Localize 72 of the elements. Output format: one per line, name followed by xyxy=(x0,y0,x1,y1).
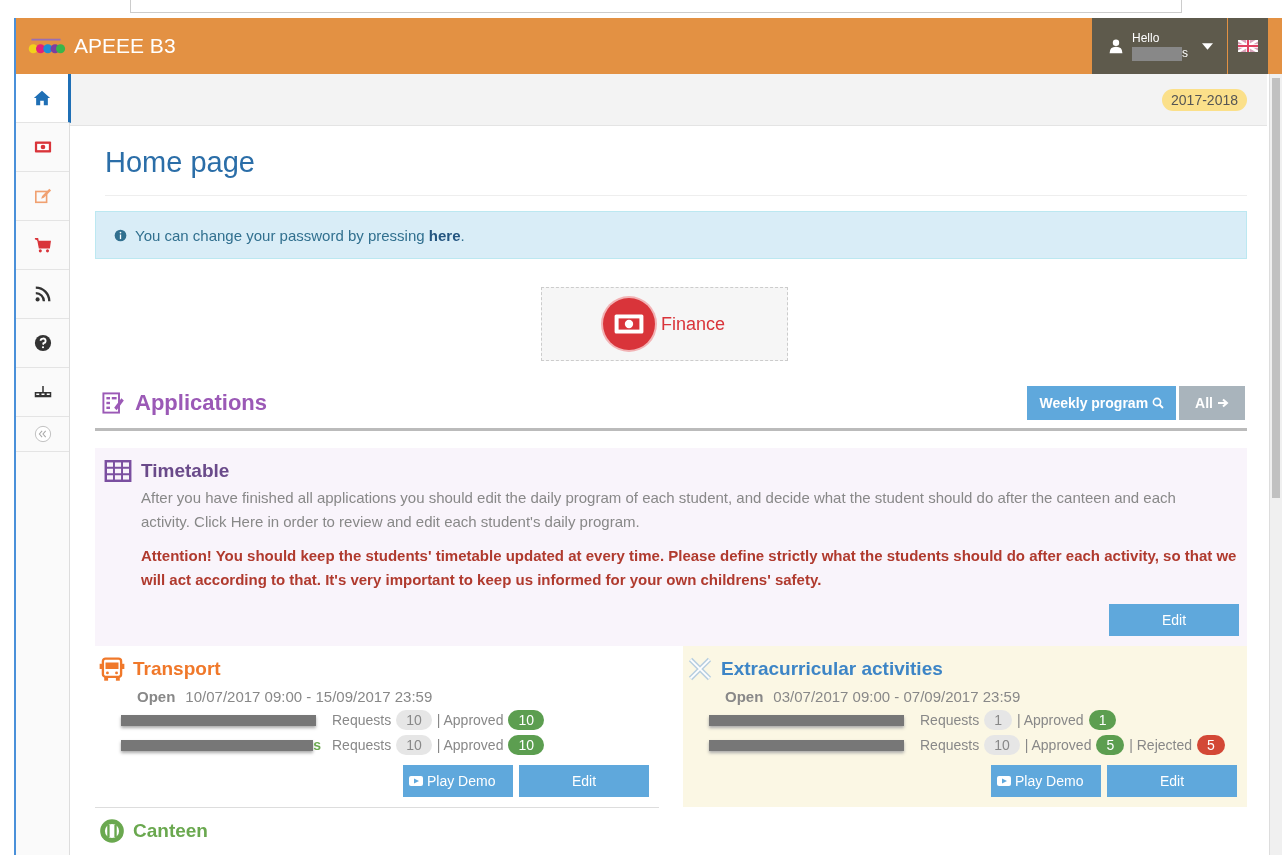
home-icon xyxy=(33,89,51,107)
rss-icon xyxy=(33,285,52,303)
crossed-tools-icon xyxy=(687,656,713,682)
count-badge: 10 xyxy=(508,710,544,730)
count-badge: 1 xyxy=(984,710,1012,730)
weekly-program-button[interactable]: Weekly program xyxy=(1027,386,1177,420)
greeting-text: Hello xyxy=(1132,31,1161,46)
finance-tile[interactable]: Finance xyxy=(540,287,788,361)
user-name: s xyxy=(1182,46,1188,61)
timetable-description: After you have finished all applications you should edit the daily program of each student, and decide what the student should do after the canteen and each activity. Click Here in order to review and edit each student's daily program. xyxy=(141,488,1177,532)
count-badge: 5 xyxy=(1096,735,1125,755)
plate-icon xyxy=(99,818,125,844)
help-icon xyxy=(33,334,52,352)
student-name[interactable]: s xyxy=(313,737,321,753)
count-badge: 1 xyxy=(1088,710,1117,730)
period-text: 10/07/2017 09:00 - 15/09/2017 23:59 xyxy=(185,688,433,705)
logo-icon xyxy=(26,36,66,56)
sidebar-item[interactable] xyxy=(16,74,71,123)
all-button[interactable]: All xyxy=(1179,386,1245,420)
edit-button[interactable]: Edit xyxy=(1107,765,1237,797)
period-text: 03/07/2017 09:00 - 07/09/2017 23:59 xyxy=(773,688,1021,705)
collapse-icon xyxy=(33,425,52,443)
cart-icon xyxy=(33,236,52,254)
stat-label: | Approved xyxy=(436,737,504,753)
count-badge: 10 xyxy=(984,735,1020,755)
app-title: APEEE B3 xyxy=(74,34,176,58)
count-badge: 5 xyxy=(1197,735,1225,755)
timetable-title: Timetable xyxy=(141,460,230,482)
section-title: Applications xyxy=(135,390,267,416)
scrollbar-thumb[interactable] xyxy=(1272,78,1280,498)
table-icon xyxy=(103,460,133,482)
status-label: Open xyxy=(725,688,764,705)
user-menu[interactable]: Hello s xyxy=(1092,18,1227,74)
pencil-square-icon xyxy=(33,187,52,205)
module-title[interactable]: Canteen xyxy=(133,820,208,842)
arrow-right-icon xyxy=(1217,397,1229,409)
search-icon xyxy=(1152,397,1165,409)
status-label: Open xyxy=(137,688,176,705)
stat-label: Requests xyxy=(920,712,980,728)
stat-label: Requests xyxy=(332,737,392,753)
caret-icon xyxy=(1202,42,1213,50)
count-badge: 10 xyxy=(396,735,432,755)
edit-button[interactable]: Edit xyxy=(519,765,649,797)
page-title: Home page xyxy=(105,146,1247,196)
play-icon xyxy=(997,776,1011,786)
module-title[interactable]: Extracurricular activities xyxy=(721,658,943,680)
here-link[interactable]: here xyxy=(428,226,461,244)
play-icon xyxy=(409,776,423,786)
scrollbar[interactable] xyxy=(1269,74,1282,855)
bus-icon xyxy=(99,656,125,682)
year-badge: 2017-2018 xyxy=(1162,88,1247,111)
count-badge: 10 xyxy=(396,710,432,730)
play-demo-button[interactable]: Play Demo xyxy=(991,765,1101,797)
form-icon xyxy=(101,391,125,415)
flag-icon xyxy=(1238,40,1258,52)
edit-button[interactable]: Edit xyxy=(1109,604,1239,636)
finance-label: Finance xyxy=(660,313,725,335)
info-icon xyxy=(114,228,127,242)
play-demo-button[interactable]: Play Demo xyxy=(403,765,513,797)
alert-text: You can change your password by pressing here. xyxy=(135,226,465,244)
stat-label: Requests xyxy=(332,712,392,728)
stat-label: | Approved xyxy=(1016,712,1084,728)
user-icon xyxy=(1108,38,1124,54)
redaction-bar xyxy=(1132,46,1182,61)
timetable-warning: Attention! You should keep the students' timetable updated at every time. Please define strictly what the students should do after each activity, so that we will act according to that. It's very important to keep us informed for your own childrens' safety. xyxy=(141,546,1238,590)
stat-label: | Approved xyxy=(436,712,504,728)
count-badge: 10 xyxy=(508,735,544,755)
stat-label: | Approved xyxy=(1024,737,1092,753)
stat-label: Requests xyxy=(920,737,980,753)
stat-label: | Rejected xyxy=(1129,737,1192,753)
module-title[interactable]: Transport xyxy=(133,658,221,680)
language-button[interactable] xyxy=(1228,18,1268,74)
